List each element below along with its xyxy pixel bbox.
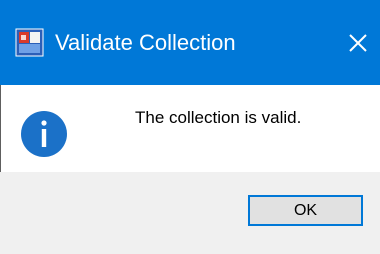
validate-collection-dialog: Validate Collection The collection is va… xyxy=(0,0,380,254)
info-icon xyxy=(20,110,68,158)
close-icon xyxy=(348,34,367,52)
title-bar[interactable]: Validate Collection xyxy=(0,0,380,85)
collection-app-icon xyxy=(15,28,44,57)
button-bar: OK xyxy=(0,172,380,254)
ok-button[interactable]: OK xyxy=(248,195,363,226)
window-title: Validate Collection xyxy=(55,30,236,55)
message-text: The collection is valid. xyxy=(135,108,302,127)
close-button[interactable] xyxy=(335,14,380,72)
message-area: The collection is valid. xyxy=(0,85,380,172)
